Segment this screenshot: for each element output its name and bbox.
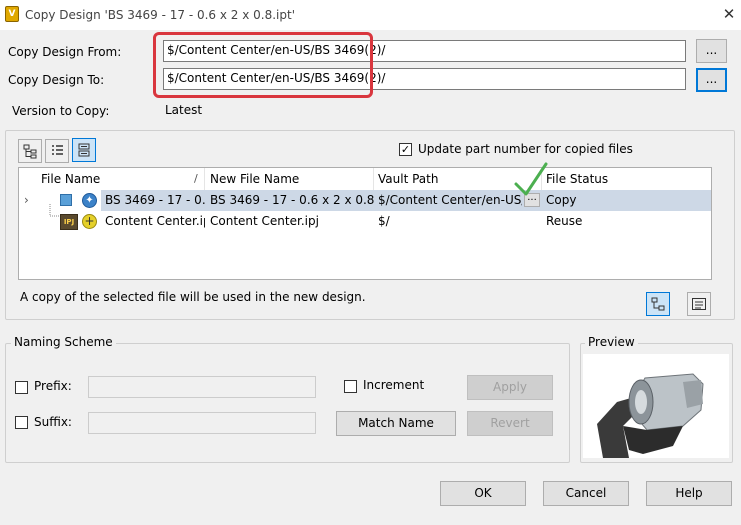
increment-checkbox[interactable] xyxy=(344,380,357,393)
grid-view-icon xyxy=(78,143,90,157)
part-icon xyxy=(60,194,72,206)
row-new-file-name[interactable]: Content Center.ipj xyxy=(206,211,374,232)
naming-scheme-group xyxy=(5,343,570,463)
hierarchy-view-button[interactable] xyxy=(646,292,670,316)
update-part-number-checkbox[interactable]: ✓ xyxy=(399,143,412,156)
apply-button[interactable]: Apply xyxy=(467,375,553,400)
naming-scheme-title: Naming Scheme xyxy=(11,335,116,349)
copy-to-browse-button[interactable]: ... xyxy=(696,68,727,92)
increment-label: Increment xyxy=(363,378,425,392)
info-text: A copy of the selected file will be used… xyxy=(20,290,366,304)
details-view-icon xyxy=(692,298,706,310)
vault-app-icon: V xyxy=(5,6,19,22)
row-new-file-name[interactable]: BS 3469 - 17 - 0.6 x 2 x 0.8 (2)... xyxy=(206,190,374,211)
row-vault-path: $/Content Center/en-US/... xyxy=(378,193,522,207)
prefix-label: Prefix: xyxy=(34,379,72,393)
row-vault-path: $/ xyxy=(378,214,390,228)
version-label: Version to Copy: xyxy=(12,104,110,118)
version-value: Latest xyxy=(165,103,203,117)
expand-row-icon[interactable]: › xyxy=(24,193,29,207)
close-icon[interactable]: ✕ xyxy=(720,4,738,24)
copy-action-icon: ✦ xyxy=(82,193,97,208)
details-view-button[interactable] xyxy=(687,292,711,316)
column-header-file-name-label: File Name xyxy=(41,172,101,186)
match-name-button[interactable]: Match Name xyxy=(336,411,456,436)
reuse-action-icon: + xyxy=(82,214,97,229)
row-file-status[interactable]: Copy xyxy=(542,190,710,211)
sort-indicator-icon: / xyxy=(194,172,198,185)
window-title: Copy Design 'BS 3469 - 17 - 0.6 x 2 x 0.… xyxy=(25,8,296,22)
hierarchy-view-icon xyxy=(651,297,665,311)
row-file-status[interactable]: Reuse xyxy=(542,211,710,232)
prefix-input[interactable] xyxy=(88,376,316,398)
copy-from-label: Copy Design From: xyxy=(8,45,122,59)
preview-image xyxy=(583,354,729,458)
grid-view-button[interactable] xyxy=(72,138,96,162)
project-file-icon: IPJ xyxy=(60,214,78,230)
list-view-icon xyxy=(52,145,63,155)
tree-view-button[interactable] xyxy=(18,139,42,163)
column-header-file-name[interactable]: File Name xyxy=(37,168,205,190)
copy-from-browse-button[interactable]: ... xyxy=(696,39,727,63)
row-file-name: Content Center.ipj xyxy=(105,214,205,228)
checkmark-annotation-icon xyxy=(514,162,548,196)
ok-button[interactable]: OK xyxy=(440,481,526,506)
highlight-annotation-box xyxy=(153,32,373,98)
list-view-button[interactable] xyxy=(45,139,69,163)
row-file-name: BS 3469 - 17 - 0.6... xyxy=(105,193,205,207)
cancel-button[interactable]: Cancel xyxy=(543,481,629,506)
suffix-checkbox[interactable] xyxy=(15,416,28,429)
suffix-input[interactable] xyxy=(88,412,316,434)
tree-connector xyxy=(49,204,60,217)
preview-title: Preview xyxy=(585,335,638,349)
suffix-label: Suffix: xyxy=(34,415,72,429)
tree-view-icon xyxy=(23,144,37,159)
help-button[interactable]: Help xyxy=(646,481,732,506)
revert-button[interactable]: Revert xyxy=(467,411,553,436)
column-header-file-status[interactable]: File Status xyxy=(542,168,710,190)
copy-to-label: Copy Design To: xyxy=(8,73,105,87)
update-part-number-label: Update part number for copied files xyxy=(418,142,633,156)
prefix-checkbox[interactable] xyxy=(15,381,28,394)
part-preview-icon xyxy=(597,373,704,458)
column-header-new-file-name[interactable]: New File Name xyxy=(206,168,374,190)
